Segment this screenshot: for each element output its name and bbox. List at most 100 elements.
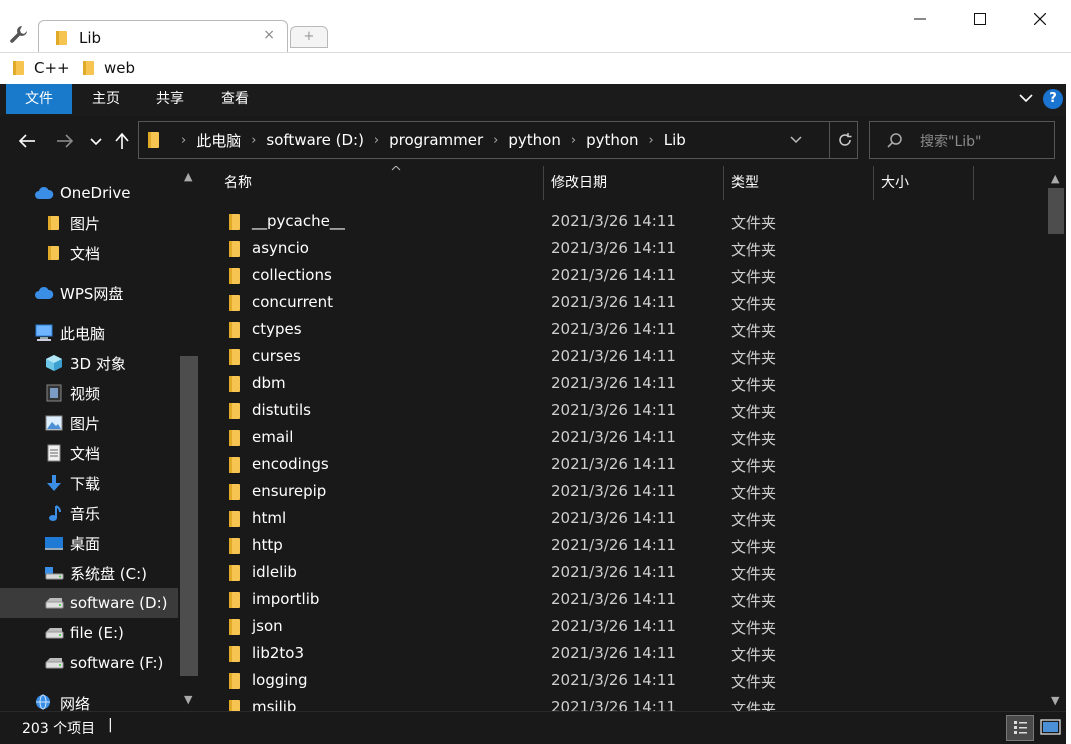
large-icons-view-button[interactable]: [1038, 715, 1064, 741]
breadcrumb-python-2[interactable]: python: [586, 131, 638, 149]
file-row[interactable]: logging 2021/3/26 14:11 文件夹: [200, 667, 1046, 694]
tab-close-button[interactable]: ×: [263, 27, 275, 43]
scroll-up-arrow-icon[interactable]: ▲: [1051, 172, 1059, 185]
nav-item[interactable]: 3D 对象: [0, 348, 178, 378]
nav-item-label: 系统盘 (C:): [70, 564, 147, 583]
nav-item[interactable]: 视频: [0, 378, 178, 408]
tab-share[interactable]: 共享: [142, 84, 198, 114]
wrench-icon[interactable]: [8, 24, 30, 46]
breadcrumb-this-pc[interactable]: 此电脑: [196, 130, 241, 151]
file-row[interactable]: lib2to3 2021/3/26 14:11 文件夹: [200, 640, 1046, 667]
file-date: 2021/3/26 14:11: [551, 293, 676, 311]
chevron-down-icon[interactable]: [1018, 91, 1034, 105]
nav-item[interactable]: 此电脑: [0, 318, 178, 348]
folder-icon: [229, 646, 240, 662]
file-type: 文件夹: [731, 619, 777, 637]
file-row[interactable]: encodings 2021/3/26 14:11 文件夹: [200, 451, 1046, 478]
nav-item[interactable]: 音乐: [0, 498, 178, 528]
file-name: ctypes: [252, 320, 302, 338]
file-row[interactable]: concurrent 2021/3/26 14:11 文件夹: [200, 289, 1046, 316]
address-dropdown-chevron-icon[interactable]: [789, 131, 803, 147]
up-arrow-icon[interactable]: [114, 132, 130, 150]
file-type: 文件夹: [731, 403, 777, 421]
breadcrumb-python[interactable]: python: [508, 131, 560, 149]
refresh-button[interactable]: [829, 122, 859, 158]
forward-arrow-icon[interactable]: [56, 133, 74, 149]
new-tab-button[interactable]: +: [290, 26, 328, 48]
file-date: 2021/3/26 14:11: [551, 239, 676, 257]
nav-item[interactable]: OneDrive: [0, 178, 178, 208]
details-view-button[interactable]: [1006, 715, 1034, 741]
breadcrumb-software-d[interactable]: software (D:): [266, 131, 364, 149]
back-arrow-icon[interactable]: [18, 133, 36, 149]
search-input[interactable]: 搜索"Lib": [869, 121, 1055, 159]
file-row[interactable]: __pycache__ 2021/3/26 14:11 文件夹: [200, 208, 1046, 235]
breadcrumb-lib[interactable]: Lib: [664, 131, 686, 149]
help-button[interactable]: ?: [1043, 89, 1063, 109]
nav-item[interactable]: 图片: [0, 208, 178, 238]
scroll-down-arrow-icon[interactable]: ▼: [1051, 694, 1059, 707]
file-date: 2021/3/26 14:11: [551, 590, 676, 608]
bookmark-cpp[interactable]: C++: [12, 59, 70, 77]
file-row[interactable]: email 2021/3/26 14:11 文件夹: [200, 424, 1046, 451]
nav-item[interactable]: 图片: [0, 408, 178, 438]
file-row[interactable]: idlelib 2021/3/26 14:11 文件夹: [200, 559, 1046, 586]
nav-item-label: software (F:): [70, 654, 164, 672]
breadcrumb-programmer[interactable]: programmer: [389, 131, 483, 149]
file-date: 2021/3/26 14:11: [551, 212, 676, 230]
file-row[interactable]: asyncio 2021/3/26 14:11 文件夹: [200, 235, 1046, 262]
file-row[interactable]: ensurepip 2021/3/26 14:11 文件夹: [200, 478, 1046, 505]
nav-scrollbar[interactable]: ▲ ▼: [178, 166, 200, 711]
scroll-up-arrow-icon[interactable]: ▲: [184, 170, 192, 183]
column-date[interactable]: 修改日期: [543, 166, 724, 200]
column-size[interactable]: 大小: [873, 166, 974, 200]
tab-home[interactable]: 主页: [78, 84, 134, 114]
scroll-down-arrow-icon[interactable]: ▼: [184, 693, 192, 706]
address-bar[interactable]: › 此电脑 › software (D:) › programmer › pyt…: [138, 121, 858, 159]
column-name[interactable]: 名称: [216, 166, 544, 200]
file-row[interactable]: html 2021/3/26 14:11 文件夹: [200, 505, 1046, 532]
file-row[interactable]: json 2021/3/26 14:11 文件夹: [200, 613, 1046, 640]
nav-item[interactable]: 文档: [0, 438, 178, 468]
nav-item[interactable]: 下载: [0, 468, 178, 498]
file-list-scrollbar[interactable]: ▲ ▼: [1046, 166, 1066, 711]
file-row[interactable]: dbm 2021/3/26 14:11 文件夹: [200, 370, 1046, 397]
file-type: 文件夹: [731, 376, 777, 394]
nav-item-label: WPS网盘: [60, 284, 124, 303]
nav-item[interactable]: software (D:): [0, 588, 178, 618]
file-row[interactable]: http 2021/3/26 14:11 文件夹: [200, 532, 1046, 559]
maximize-button[interactable]: [960, 6, 1000, 32]
nav-item[interactable]: software (F:): [0, 648, 178, 678]
nav-item[interactable]: 桌面: [0, 528, 178, 558]
nav-item[interactable]: WPS网盘: [0, 278, 178, 308]
file-row[interactable]: curses 2021/3/26 14:11 文件夹: [200, 343, 1046, 370]
tab-view[interactable]: 查看: [207, 84, 263, 114]
file-row[interactable]: msilib 2021/3/26 14:11 文件夹: [200, 694, 1046, 711]
tab-lib[interactable]: Lib ×: [38, 20, 288, 54]
nav-item[interactable]: 文档: [0, 238, 178, 268]
file-list-scroll-thumb[interactable]: [1048, 188, 1064, 234]
drive-icon: [44, 594, 64, 612]
breadcrumb-separator: ›: [570, 132, 577, 148]
minimize-button[interactable]: [900, 6, 940, 32]
recent-locations-chevron-icon[interactable]: [90, 137, 102, 147]
file-row[interactable]: collections 2021/3/26 14:11 文件夹: [200, 262, 1046, 289]
file-row[interactable]: ctypes 2021/3/26 14:11 文件夹: [200, 316, 1046, 343]
file-row[interactable]: distutils 2021/3/26 14:11 文件夹: [200, 397, 1046, 424]
file-date: 2021/3/26 14:11: [551, 428, 676, 446]
bookmark-web[interactable]: web: [82, 59, 135, 77]
folder-icon: [44, 214, 64, 232]
nav-item-label: 桌面: [70, 534, 101, 553]
close-button[interactable]: [1020, 6, 1060, 32]
file-name: concurrent: [252, 293, 334, 311]
folder-icon: [44, 244, 64, 262]
column-type[interactable]: 类型: [723, 166, 874, 200]
file-name: email: [252, 428, 294, 446]
nav-scroll-thumb[interactable]: [180, 356, 198, 676]
file-row[interactable]: importlib 2021/3/26 14:11 文件夹: [200, 586, 1046, 613]
nav-item[interactable]: 系统盘 (C:): [0, 558, 178, 588]
close-icon: [1034, 13, 1046, 25]
nav-item[interactable]: file (E:): [0, 618, 178, 648]
file-name: lib2to3: [252, 644, 305, 662]
tab-file[interactable]: 文件: [6, 84, 72, 114]
